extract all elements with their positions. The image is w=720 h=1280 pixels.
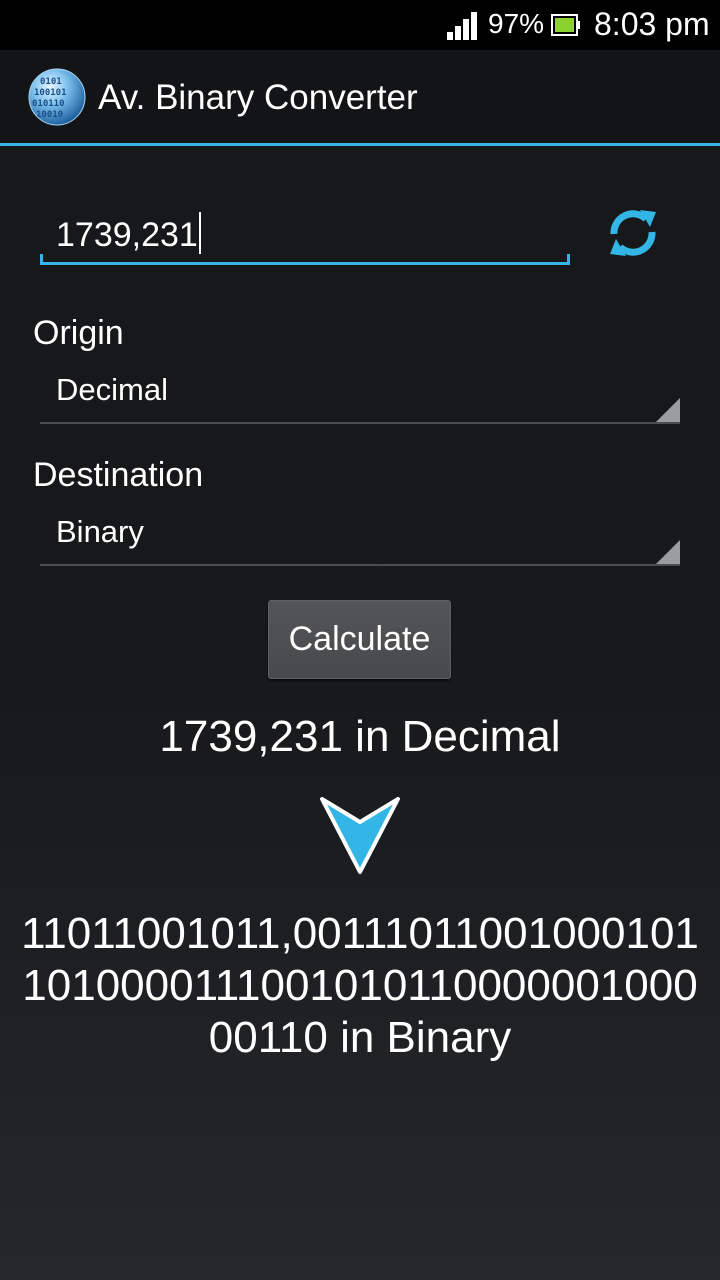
signal-icon bbox=[447, 12, 477, 40]
screen: 97% 8:03 pm 0101 100101 010110 10010 Av.… bbox=[0, 0, 720, 1280]
destination-selected: Binary bbox=[56, 514, 144, 549]
battery-icon bbox=[551, 14, 580, 36]
spinner-arrow-icon bbox=[656, 398, 680, 422]
svg-text:100101: 100101 bbox=[34, 88, 67, 98]
input-value: 1739,231 bbox=[56, 216, 198, 254]
svg-text:10010: 10010 bbox=[36, 110, 63, 120]
origin-label: Origin bbox=[33, 314, 124, 352]
svg-text:010110: 010110 bbox=[32, 99, 65, 109]
destination-result-text: 11011001011,0011101100100010110100001110… bbox=[21, 909, 699, 1062]
calculate-button[interactable]: Calculate bbox=[268, 600, 451, 679]
origin-spinner[interactable]: Decimal bbox=[40, 364, 680, 424]
destination-spinner[interactable]: Binary bbox=[40, 506, 680, 566]
globe-binary-icon[interactable]: 0101 100101 010110 10010 bbox=[28, 68, 86, 126]
origin-selected: Decimal bbox=[56, 372, 168, 407]
status-clock: 8:03 pm bbox=[594, 6, 710, 42]
destination-label: Destination bbox=[33, 456, 204, 494]
arrow-down-icon bbox=[320, 797, 400, 874]
svg-text:0101: 0101 bbox=[40, 77, 62, 87]
battery-percent: 97% bbox=[488, 8, 545, 39]
input-value-wrap: 1739,231 bbox=[56, 212, 201, 255]
action-bar: 0101 100101 010110 10010 Av. Binary Conv… bbox=[0, 50, 720, 146]
spinner-arrow-icon bbox=[656, 540, 680, 564]
number-input[interactable]: 1739,231 bbox=[40, 200, 570, 265]
text-cursor bbox=[198, 212, 201, 254]
app-title: Av. Binary Converter bbox=[98, 78, 418, 117]
status-bar: 97% 8:03 pm bbox=[0, 0, 720, 50]
origin-result-text: 1739,231 in Decimal bbox=[159, 712, 561, 761]
swap-icon[interactable] bbox=[604, 204, 662, 262]
